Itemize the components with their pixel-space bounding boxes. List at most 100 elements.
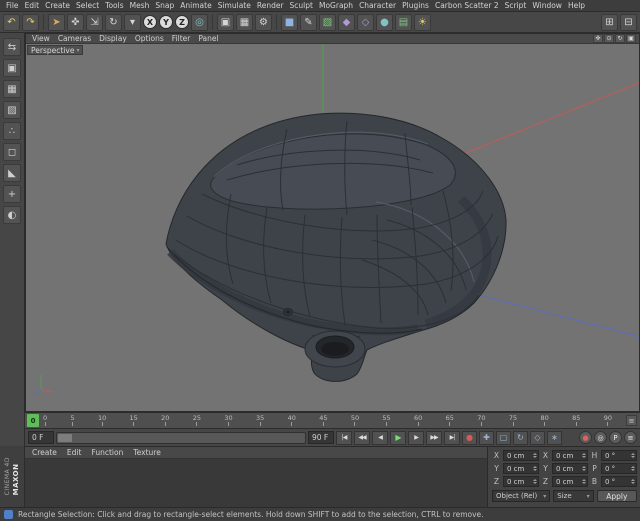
toggle-view-icon[interactable]: ▣ [626, 34, 636, 43]
keying-pla-toggle[interactable]: ∗ [547, 431, 562, 445]
live-selection-icon[interactable]: ➤ [48, 14, 65, 31]
add-cube-icon[interactable]: ■ [281, 14, 298, 31]
prev-frame-button[interactable]: ◀ [372, 431, 388, 445]
timeline-playhead[interactable]: 0 [27, 414, 39, 427]
generators-icon[interactable]: ▧ [319, 14, 336, 31]
rotation-p-field[interactable]: 0 ° [601, 463, 637, 474]
timeline-tick[interactable]: 0 [43, 414, 47, 426]
timeline-tick[interactable]: 20 [161, 414, 169, 426]
timeline-tick[interactable]: 70 [477, 414, 485, 426]
menu-animate[interactable]: Animate [177, 1, 214, 10]
y-axis-lock-button[interactable]: Y [159, 15, 173, 29]
play-button[interactable]: ▶ [390, 431, 406, 445]
coord-size-dropdown[interactable]: Size ▾ [553, 490, 593, 502]
menu-help[interactable]: Help [565, 1, 588, 10]
field-spinner[interactable] [631, 451, 635, 460]
menu-select[interactable]: Select [73, 1, 102, 10]
interface-icon[interactable]: ⊟ [620, 14, 637, 31]
start-frame-field[interactable]: 0 F [28, 431, 54, 444]
field-spinner[interactable] [533, 451, 537, 460]
size-y-field[interactable]: 0 cm [552, 463, 588, 474]
menu-edit[interactable]: Edit [22, 1, 43, 10]
menu-character[interactable]: Character [356, 1, 399, 10]
layout-icon[interactable]: ⊞ [601, 14, 618, 31]
render-picture-viewer-icon[interactable]: ▦ [236, 14, 253, 31]
field-spinner[interactable] [631, 477, 635, 486]
frame-slider-knob[interactable] [58, 434, 72, 442]
menu-plugins[interactable]: Plugins [399, 1, 432, 10]
enable-axis-icon[interactable]: + [3, 185, 21, 203]
material-list-area[interactable] [25, 459, 487, 507]
field-spinner[interactable] [582, 477, 586, 486]
prev-key-button[interactable]: ◀◀ [354, 431, 370, 445]
timeline-ruler[interactable]: 0 5 10 15 20 25 30 35 40 45 50 55 60 65 … [25, 412, 640, 428]
menu-sculpt[interactable]: Sculpt [287, 1, 316, 10]
timeline-tick[interactable]: 50 [351, 414, 359, 426]
make-editable-icon[interactable]: ⇆ [3, 38, 21, 56]
keying-parameter-toggle[interactable]: ◇ [530, 431, 545, 445]
position-x-field[interactable]: 0 cm [503, 450, 539, 461]
vp-menu-panel[interactable]: Panel [195, 34, 221, 43]
field-spinner[interactable] [533, 477, 537, 486]
mat-menu-edit[interactable]: Edit [67, 448, 82, 457]
edges-mode-icon[interactable]: ◻ [3, 143, 21, 161]
playback-pin-button[interactable]: P [609, 431, 622, 444]
menu-simulate[interactable]: Simulate [215, 1, 254, 10]
timeline-tick[interactable]: 30 [224, 414, 232, 426]
menu-snap[interactable]: Snap [152, 1, 177, 10]
vp-menu-display[interactable]: Display [96, 34, 130, 43]
rotation-h-field[interactable]: 0 ° [601, 450, 637, 461]
apply-button[interactable]: Apply [597, 490, 637, 502]
menu-render[interactable]: Render [254, 1, 287, 10]
timeline-tick[interactable]: 10 [98, 414, 106, 426]
render-settings-icon[interactable]: ⚙ [255, 14, 272, 31]
points-mode-icon[interactable]: ∴ [3, 122, 21, 140]
keying-position-toggle[interactable]: ✚ [479, 431, 494, 445]
vp-menu-filter[interactable]: Filter [169, 34, 194, 43]
timeline-tick[interactable]: 25 [193, 414, 201, 426]
camera-icon[interactable]: ▤ [395, 14, 412, 31]
record-keyframe-button[interactable]: ● [462, 431, 477, 445]
timeline-options-icon[interactable]: ≡ [626, 415, 637, 426]
menu-script[interactable]: Script [502, 1, 530, 10]
polygons-mode-icon[interactable]: ◣ [3, 164, 21, 182]
keying-rotation-toggle[interactable]: ↻ [513, 431, 528, 445]
rotate-view-icon[interactable]: ↻ [615, 34, 625, 43]
timeline-tick[interactable]: 45 [319, 414, 327, 426]
size-x-field[interactable]: 0 cm [552, 450, 588, 461]
position-z-field[interactable]: 0 cm [503, 476, 539, 487]
texture-mode-icon[interactable]: ▦ [3, 80, 21, 98]
coord-mode-dropdown[interactable]: Object (Rel) ▾ [492, 490, 550, 502]
pen-spline-icon[interactable]: ✎ [300, 14, 317, 31]
timeline-tick[interactable]: 65 [446, 414, 454, 426]
timeline-tick[interactable]: 60 [414, 414, 422, 426]
size-z-field[interactable]: 0 cm [552, 476, 588, 487]
undo-icon[interactable]: ↶ [3, 14, 20, 31]
menu-file[interactable]: File [3, 1, 22, 10]
timeline-tick[interactable]: 55 [382, 414, 390, 426]
deformers-icon[interactable]: ◇ [357, 14, 374, 31]
mat-menu-texture[interactable]: Texture [133, 448, 160, 457]
model-mesh[interactable] [166, 113, 506, 381]
vp-menu-cameras[interactable]: Cameras [55, 34, 94, 43]
menu-mograph[interactable]: MoGraph [316, 1, 356, 10]
goto-end-button[interactable]: ▶| [444, 431, 460, 445]
field-spinner[interactable] [582, 451, 586, 460]
timeline-tick[interactable]: 35 [256, 414, 264, 426]
autokey-button[interactable]: ● [579, 431, 592, 444]
viewport-filter-icon[interactable]: ◐ [3, 206, 21, 224]
viewport-canvas[interactable] [26, 44, 640, 412]
solo-button[interactable]: ◎ [594, 431, 607, 444]
playback-options-icon[interactable]: ≡ [624, 431, 637, 444]
perspective-viewport[interactable]: View Cameras Display Options Filter Pane… [25, 33, 640, 412]
modeling-icon[interactable]: ◆ [338, 14, 355, 31]
frame-range-slider[interactable] [56, 432, 306, 444]
timeline-tick[interactable]: 75 [509, 414, 517, 426]
viewport-camera-label[interactable]: Perspective ▾ [27, 45, 83, 55]
mat-menu-create[interactable]: Create [32, 448, 57, 457]
timeline-tick[interactable]: 40 [288, 414, 296, 426]
pan-view-icon[interactable]: ✜ [593, 34, 603, 43]
goto-start-button[interactable]: |◀ [336, 431, 352, 445]
menu-window[interactable]: Window [529, 1, 565, 10]
timeline-tick[interactable]: 85 [572, 414, 580, 426]
